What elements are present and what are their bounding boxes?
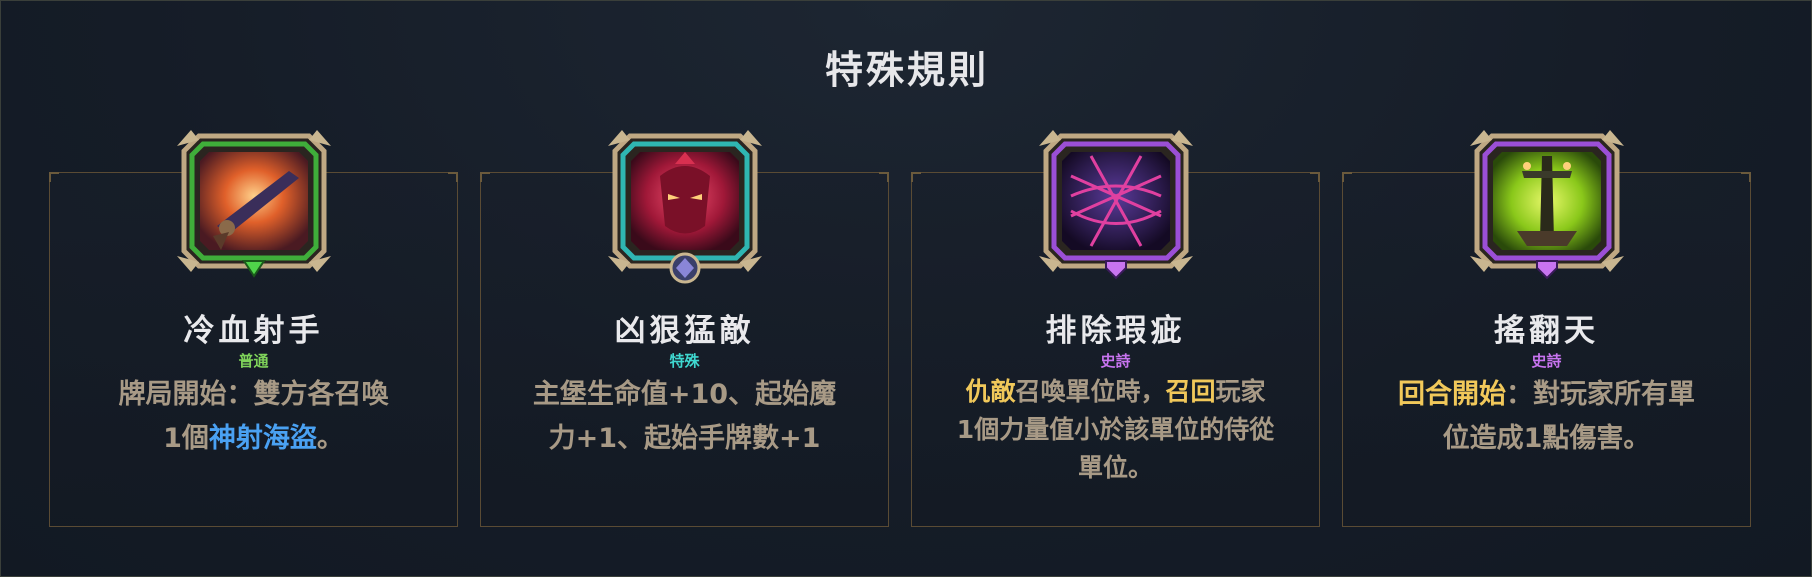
desc-text: 。 — [316, 423, 344, 454]
desc-text: 玩家 — [1215, 377, 1266, 406]
special-rules-panel: 特殊規則 冷血射手 普通 牌局開始：雙方各召喚 1個神射海盜。 凶狠猛敵 特殊 … — [0, 0, 1812, 577]
keyword-link[interactable]: 神射海盜 — [209, 423, 317, 454]
card-name: 凶狠猛敵 — [614, 313, 755, 349]
desc-text: 單位。 — [1077, 453, 1153, 482]
card-description: 牌局開始：雙方各召喚 1個神射海盜。 — [76, 373, 431, 461]
desc-text: 主堡生命值+10、起始魔 — [532, 379, 837, 410]
rarity-label: 特殊 — [669, 352, 700, 370]
card-description: 仇敵召喚單位時，召回玩家 1個力量值小於該單位的侍從 單位。 — [938, 373, 1293, 487]
keyword-link[interactable]: 召回 — [1166, 377, 1216, 406]
keyword-link[interactable]: 仇敵 — [965, 377, 1015, 406]
panel-title: 特殊規則 — [824, 48, 989, 92]
rule-card-cold-blooded-shooter[interactable]: 冷血射手 普通 牌局開始：雙方各召喚 1個神射海盜。 — [49, 130, 458, 527]
desc-text: ：對玩家所有單 — [1506, 379, 1695, 410]
desc-text: 召喚單位時， — [1015, 377, 1166, 406]
lightning-tower-icon — [1462, 116, 1632, 286]
desc-text: 位造成1點傷害。 — [1442, 423, 1651, 454]
rarity-label: 史詩 — [1531, 352, 1562, 370]
rarity-label: 普通 — [238, 352, 269, 370]
rule-card-fierce-foe[interactable]: 凶狠猛敵 特殊 主堡生命值+10、起始魔 力+1、起始手牌數+1 — [480, 130, 889, 527]
card-name: 冷血射手 — [183, 313, 324, 349]
desc-text: 牌局開始：雙方各召喚 — [118, 379, 389, 410]
demon-face-icon — [600, 116, 770, 286]
desc-text: 力+1、起始手牌數+1 — [548, 423, 821, 454]
card-name: 排除瑕疵 — [1045, 313, 1186, 349]
rule-card-rock-the-world[interactable]: 搖翻天 史詩 回合開始：對玩家所有單 位造成1點傷害。 — [1342, 130, 1751, 527]
desc-text: 1個力量值小於該單位的侍從 — [956, 415, 1275, 444]
rule-card-purge-flaws[interactable]: 排除瑕疵 史詩 仇敵召喚單位時，召回玩家 1個力量值小於該單位的侍從 單位。 — [911, 130, 1320, 527]
keyword-link[interactable]: 回合開始 — [1398, 379, 1506, 410]
rarity-label: 史詩 — [1100, 352, 1131, 370]
desc-text: 1個 — [163, 423, 209, 454]
web-trap-icon — [1031, 116, 1201, 286]
card-description: 主堡生命值+10、起始魔 力+1、起始手牌數+1 — [507, 373, 862, 461]
card-description: 回合開始：對玩家所有單 位造成1點傷害。 — [1369, 373, 1724, 461]
card-name: 搖翻天 — [1494, 313, 1599, 349]
pistol-icon — [169, 116, 339, 286]
